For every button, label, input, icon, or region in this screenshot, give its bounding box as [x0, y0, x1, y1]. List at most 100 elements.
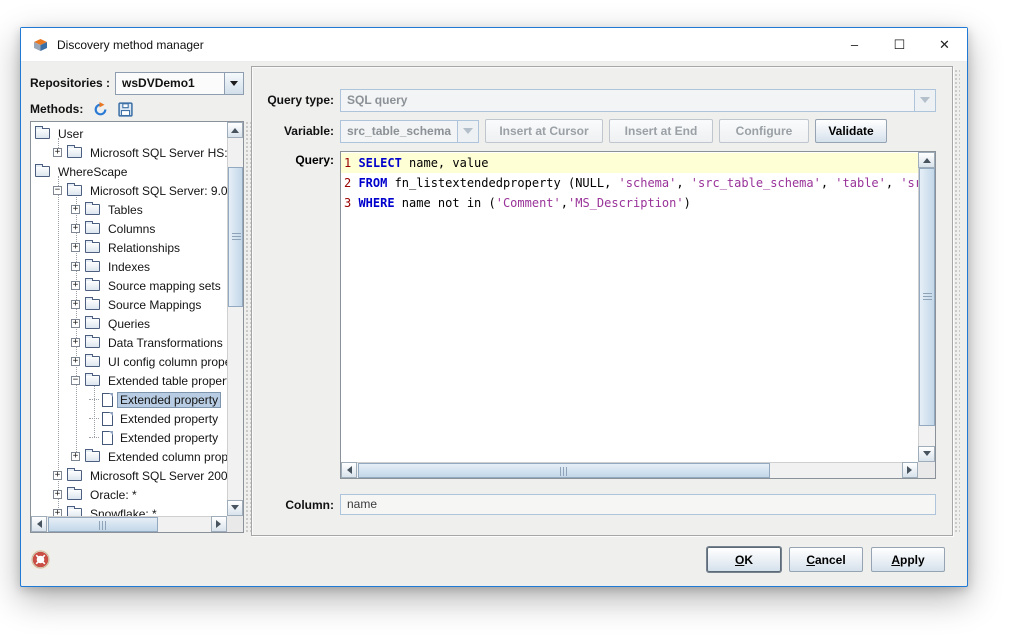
tree-item[interactable]: +Tables — [31, 200, 227, 219]
repositories-value: wsDVDemo1 — [116, 73, 224, 94]
minimize-button[interactable]: – — [832, 28, 877, 61]
expander-minus-icon[interactable]: − — [71, 376, 80, 385]
close-icon: ✕ — [939, 37, 950, 53]
tree-item-label: Extended property — [117, 411, 221, 427]
tree-item[interactable]: −Extended table propert — [31, 371, 227, 390]
tree-item[interactable]: + Extended column prop — [31, 447, 227, 466]
folder-icon — [85, 318, 100, 329]
column-field[interactable]: name — [340, 494, 936, 515]
tree-vscroll-thumb[interactable] — [228, 167, 243, 307]
code-token: ) — [684, 196, 691, 210]
scroll-right-icon[interactable] — [211, 516, 227, 532]
methods-tree[interactable]: User+Microsoft SQL Server HS: 9WhereScap… — [30, 121, 244, 533]
tree-item[interactable]: +Microsoft SQL Server 2000 — [31, 466, 227, 485]
expander-plus-icon[interactable]: + — [71, 452, 80, 461]
methods-label: Methods: — [30, 102, 83, 116]
tree-item[interactable]: Extended property — [31, 390, 227, 409]
scroll-up-icon[interactable] — [918, 152, 935, 168]
expander-plus-icon[interactable]: + — [71, 319, 80, 328]
scroll-up-icon[interactable] — [227, 122, 243, 138]
maximize-button[interactable]: ☐ — [877, 28, 922, 61]
scroll-down-icon[interactable] — [227, 500, 243, 516]
tree-item[interactable]: User — [31, 124, 227, 143]
editor-hscroll-thumb[interactable] — [358, 463, 770, 478]
apply-rest: pply — [900, 553, 925, 567]
code-token: FROM — [358, 176, 387, 190]
tree-item[interactable]: Extended property — [31, 409, 227, 428]
expander-plus-icon[interactable]: + — [71, 262, 80, 271]
code-token: 'src_ — [900, 176, 918, 190]
code-token: WHERE — [358, 196, 394, 210]
tree-item-label: Extended column prop — [105, 449, 227, 465]
sql-code[interactable]: 1 SELECT name, value2 FROM fn_listextend… — [341, 152, 918, 462]
validate-button[interactable]: Validate — [815, 119, 887, 143]
folder-icon — [67, 508, 82, 516]
tree-item[interactable]: + Source Mappings — [31, 295, 227, 314]
apply-mnemonic: A — [891, 553, 900, 567]
footer-buttons: OK Cancel Apply — [707, 547, 945, 572]
tree-connector-line — [58, 176, 59, 516]
expander-plus-icon[interactable]: + — [71, 224, 80, 233]
tree-item[interactable]: +UI config column prope — [31, 352, 227, 371]
tree-horizontal-scrollbar[interactable] — [31, 516, 227, 532]
scroll-left-icon[interactable] — [341, 462, 357, 478]
tree-item[interactable]: WhereScape — [31, 162, 227, 181]
tree-item[interactable]: +Snowflake: * — [31, 504, 227, 516]
chevron-down-icon[interactable] — [224, 73, 243, 94]
scroll-left-icon[interactable] — [31, 516, 47, 532]
tree-item-label: Source Mappings — [105, 297, 204, 313]
maximize-icon: ☐ — [894, 37, 906, 53]
tree-item-label: Indexes — [105, 259, 153, 275]
editor-vertical-scrollbar[interactable] — [918, 152, 935, 462]
tree-item[interactable]: +Data Transformations — [31, 333, 227, 352]
insert-at-end-button[interactable]: Insert at End — [609, 119, 713, 143]
refresh-icon[interactable] — [93, 102, 108, 117]
folder-icon — [85, 356, 100, 367]
scroll-right-icon[interactable] — [902, 462, 918, 478]
scroll-down-icon[interactable] — [918, 446, 935, 462]
expander-plus-icon[interactable]: + — [53, 509, 62, 516]
life-buoy-icon[interactable] — [31, 550, 50, 569]
expander-plus-icon[interactable]: + — [71, 205, 80, 214]
tree-item[interactable]: +Relationships — [31, 238, 227, 257]
cancel-button[interactable]: Cancel — [789, 547, 863, 572]
save-icon[interactable] — [118, 102, 133, 117]
tree-item-label: Oracle: * — [87, 487, 140, 503]
folder-icon — [85, 280, 100, 291]
tree-item[interactable]: +Source mapping sets — [31, 276, 227, 295]
tree-item[interactable]: +Columns — [31, 219, 227, 238]
expander-plus-icon[interactable]: + — [53, 490, 62, 499]
ok-button[interactable]: OK — [707, 547, 781, 572]
expander-plus-icon[interactable]: + — [71, 300, 80, 309]
tree-item[interactable]: −Microsoft SQL Server: 9.0 - — [31, 181, 227, 200]
tree-item[interactable]: Extended property — [31, 428, 227, 447]
chevron-down-icon — [915, 89, 936, 112]
insert-at-cursor-button[interactable]: Insert at Cursor — [485, 119, 603, 143]
variable-label: Variable: — [256, 124, 340, 138]
tree-hscroll-thumb[interactable] — [48, 517, 158, 532]
editor-horizontal-scrollbar[interactable] — [341, 462, 918, 478]
tree-item[interactable]: + Indexes — [31, 257, 227, 276]
expander-plus-icon[interactable]: + — [71, 357, 80, 366]
tree-item[interactable]: +Queries — [31, 314, 227, 333]
expander-plus-icon[interactable]: + — [53, 148, 62, 157]
close-button[interactable]: ✕ — [922, 28, 967, 61]
configure-button[interactable]: Configure — [719, 119, 809, 143]
query-editor[interactable]: 1 SELECT name, value2 FROM fn_listextend… — [340, 151, 936, 479]
expander-plus-icon[interactable]: + — [71, 243, 80, 252]
variable-buttons: Insert at CursorInsert at EndConfigureVa… — [479, 119, 887, 143]
expander-minus-icon[interactable]: − — [53, 186, 62, 195]
tree-vertical-scrollbar[interactable] — [227, 122, 243, 516]
editor-vscroll-thumb[interactable] — [919, 168, 935, 426]
tree-item[interactable]: +Microsoft SQL Server HS: 9 — [31, 143, 227, 162]
tree-item[interactable]: + Oracle: * — [31, 485, 227, 504]
expander-plus-icon[interactable]: + — [71, 281, 80, 290]
repositories-combobox[interactable]: wsDVDemo1 — [115, 72, 244, 95]
expander-plus-icon[interactable]: + — [71, 338, 80, 347]
tree-item-label: User — [55, 126, 86, 142]
expander-plus-icon[interactable]: + — [53, 471, 62, 480]
titlebar[interactable]: Discovery method manager – ☐ ✕ — [21, 28, 967, 62]
line-number: 3 — [344, 196, 358, 210]
apply-button[interactable]: Apply — [871, 547, 945, 572]
dialog-content: Repositories : wsDVDemo1 Methods: — [21, 63, 967, 586]
